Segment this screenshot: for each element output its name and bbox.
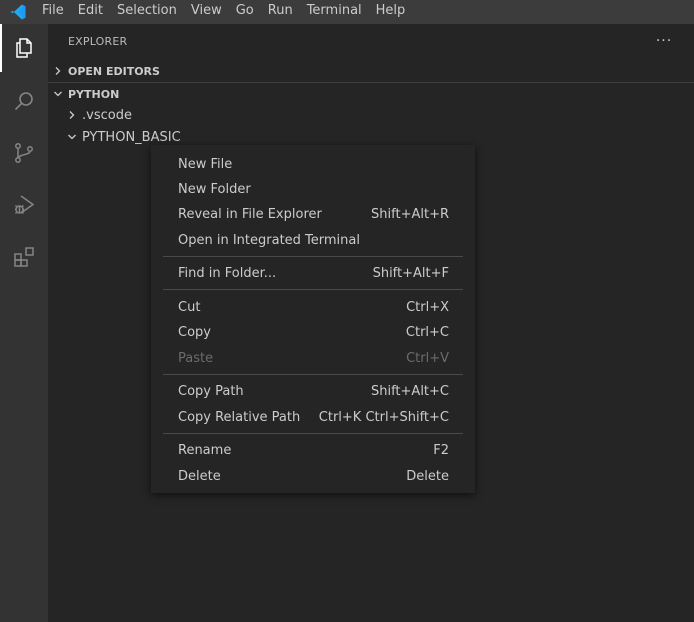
menu-item-shortcut: Ctrl+C	[405, 325, 449, 340]
menu-separator	[163, 289, 463, 290]
menu-file[interactable]: File	[35, 0, 71, 24]
vscode-logo-icon	[0, 0, 35, 24]
menu-item-label: Open in Integrated Terminal	[178, 233, 360, 248]
search-icon[interactable]	[0, 77, 48, 125]
menu-item-shortcut: Shift+Alt+F	[372, 266, 449, 281]
menu-item-rename[interactable]: Rename F2	[151, 438, 475, 463]
menu-item-label: Reveal in File Explorer	[178, 207, 322, 222]
menu-item-label: Delete	[178, 469, 221, 484]
extensions-icon[interactable]	[0, 233, 48, 281]
menu-item-shortcut: Ctrl+V	[406, 351, 449, 366]
menu-item-label: Cut	[178, 300, 201, 315]
menu-item-open-in-integrated-terminal[interactable]: Open in Integrated Terminal	[151, 228, 475, 253]
chevron-right-icon	[64, 104, 80, 126]
menu-item-delete[interactable]: Delete Delete	[151, 464, 475, 489]
context-menu: New File New Folder Reveal in File Explo…	[151, 145, 475, 493]
menu-item-new-folder[interactable]: New Folder	[151, 177, 475, 202]
menu-item-paste: Paste Ctrl+V	[151, 346, 475, 371]
menu-item-reveal-in-file-explorer[interactable]: Reveal in File Explorer Shift+Alt+R	[151, 202, 475, 227]
menu-edit[interactable]: Edit	[71, 0, 110, 24]
chevron-down-icon	[48, 83, 68, 105]
menu-item-copy[interactable]: Copy Ctrl+C	[151, 320, 475, 345]
menu-terminal[interactable]: Terminal	[300, 0, 369, 24]
menu-item-cut[interactable]: Cut Ctrl+X	[151, 295, 475, 320]
menu-item-shortcut: Ctrl+X	[406, 300, 449, 315]
menu-item-shortcut: Shift+Alt+C	[370, 384, 449, 399]
open-editors-label: OPEN EDITORS	[68, 64, 160, 78]
menu-help[interactable]: Help	[369, 0, 413, 24]
menu-selection[interactable]: Selection	[110, 0, 184, 24]
more-actions-button[interactable]: ···	[654, 30, 674, 54]
menu-item-copy-path[interactable]: Copy Path Shift+Alt+C	[151, 379, 475, 404]
chevron-down-icon	[64, 126, 80, 148]
explorer-icon[interactable]	[0, 24, 48, 72]
run-debug-icon[interactable]	[0, 181, 48, 229]
menu-item-label: Copy	[178, 325, 211, 340]
menu-item-shortcut: Shift+Alt+R	[371, 207, 449, 222]
menu-item-label: Copy Path	[178, 384, 244, 399]
source-control-icon[interactable]	[0, 129, 48, 177]
menu-separator	[163, 256, 463, 257]
menu-item-label: New Folder	[178, 182, 251, 197]
menu-item-find-in-folder[interactable]: Find in Folder... Shift+Alt+F	[151, 261, 475, 286]
tree-item-label: .vscode	[82, 107, 132, 123]
menu-item-label: New File	[178, 157, 233, 172]
activity-bar	[0, 24, 48, 622]
menu-item-shortcut: F2	[433, 443, 449, 458]
sidebar-title: EXPLORER	[68, 35, 128, 48]
workspace-label: PYTHON	[68, 87, 120, 101]
open-editors-section[interactable]: OPEN EDITORS	[48, 60, 694, 82]
menu-go[interactable]: Go	[229, 0, 261, 24]
menu-item-label: Find in Folder...	[178, 266, 277, 281]
menu-separator	[163, 433, 463, 434]
menu-separator	[163, 374, 463, 375]
workspace-section[interactable]: PYTHON	[48, 83, 694, 105]
menu-item-shortcut: Ctrl+K Ctrl+Shift+C	[318, 410, 449, 425]
menu-item-label: Paste	[178, 351, 214, 366]
menu-item-copy-relative-path[interactable]: Copy Relative Path Ctrl+K Ctrl+Shift+C	[151, 405, 475, 430]
menu-item-new-file[interactable]: New File	[151, 152, 475, 177]
tree-item-vscode[interactable]: .vscode	[48, 104, 694, 126]
menu-item-label: Rename	[178, 443, 232, 458]
title-bar: File Edit Selection View Go Run Terminal…	[0, 0, 694, 24]
menu-item-shortcut: Delete	[406, 469, 449, 484]
chevron-right-icon	[48, 60, 68, 82]
menu-item-label: Copy Relative Path	[178, 410, 301, 425]
menu-view[interactable]: View	[184, 0, 229, 24]
tree-item-label: PYTHON_BASIC	[82, 129, 181, 145]
menu-run[interactable]: Run	[261, 0, 300, 24]
